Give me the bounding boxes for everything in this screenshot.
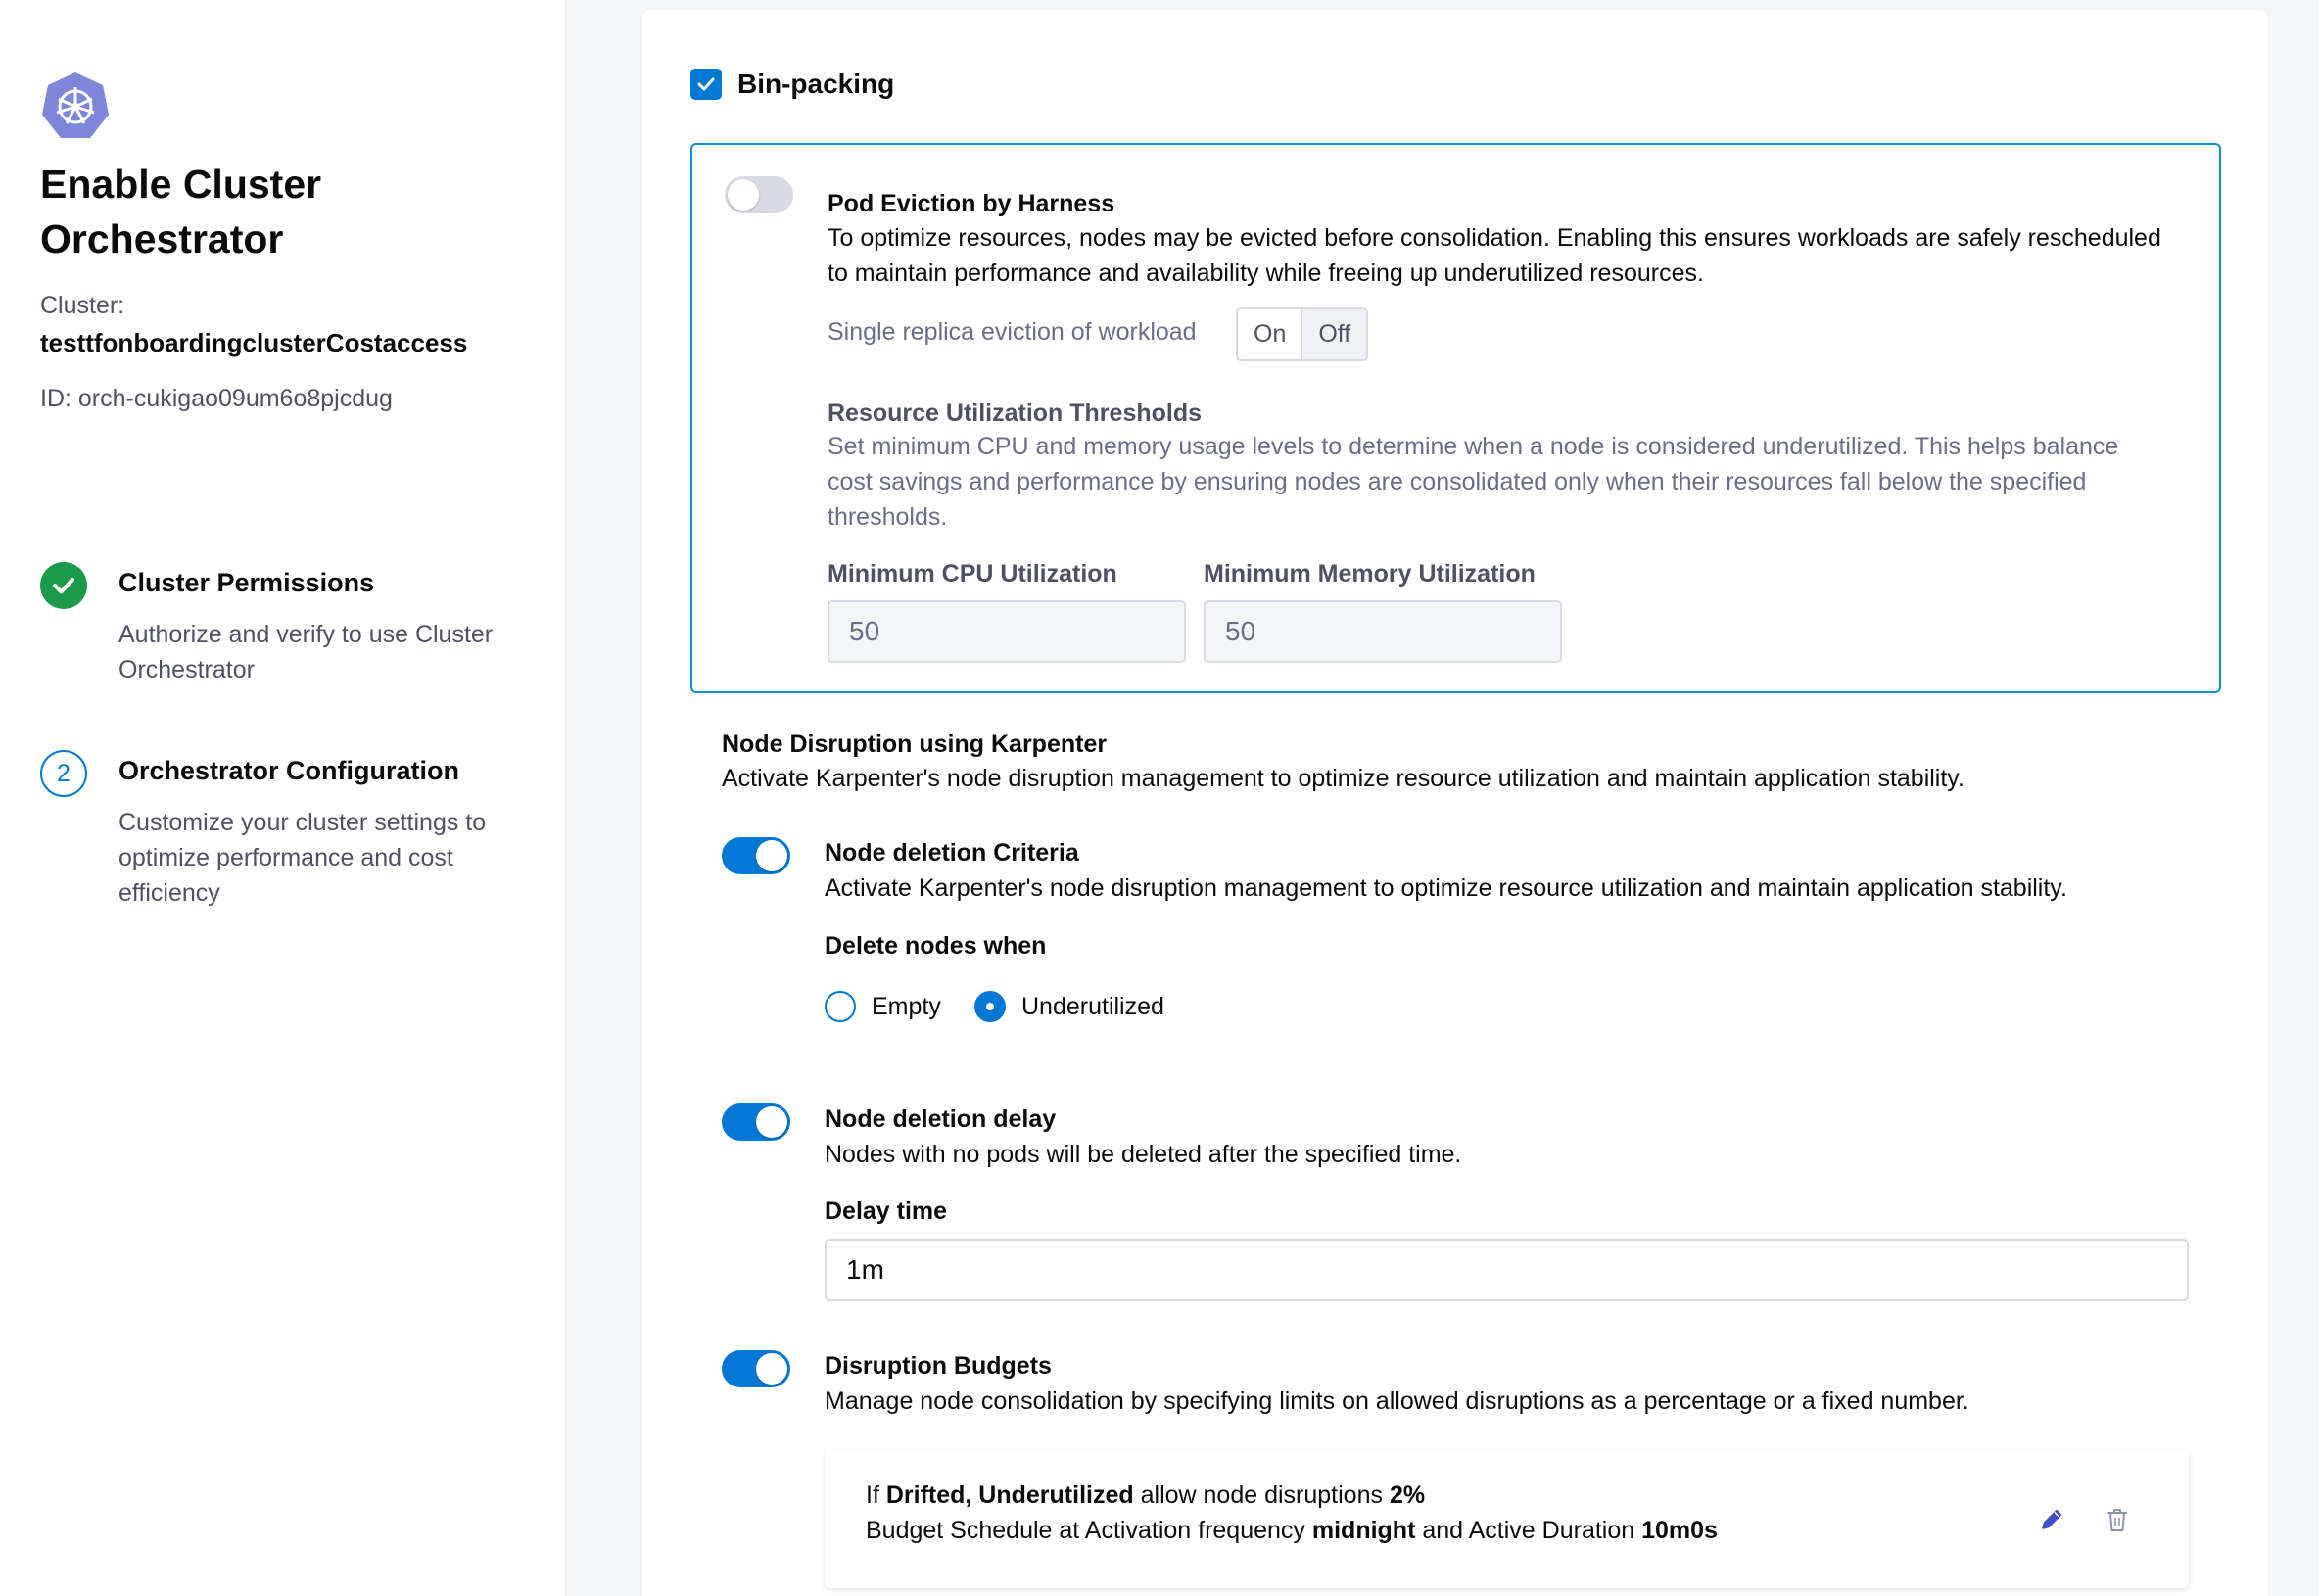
bin-packing-checkbox[interactable] [690, 69, 722, 100]
disruption-budgets-toggle[interactable] [722, 1350, 790, 1387]
cluster-id: ID: orch-cukigao09um6o8pjcdug [40, 385, 393, 412]
pod-eviction-section: Pod Eviction by Harness To optimize reso… [690, 143, 2221, 693]
step-description: Customize your cluster settings to optim… [118, 809, 487, 907]
step-title: Orchestrator Configuration [118, 756, 460, 785]
single-replica-label: Single replica eviction of workload [828, 318, 1197, 346]
step-number: 2 [40, 750, 87, 797]
radio-empty-label[interactable]: Empty [872, 993, 941, 1021]
disruption-budgets-title: Disruption Budgets [825, 1352, 1052, 1380]
pod-eviction-toggle[interactable] [725, 176, 793, 213]
cluster-label: Cluster: [40, 292, 125, 319]
budget-value: 2% [1389, 1481, 1426, 1509]
budget-reasons: Drifted, Underutilized [885, 1481, 1134, 1509]
radio-underutilized[interactable] [974, 991, 1006, 1022]
wizard-sidebar: Enable Cluster Orchestrator Cluster: tes… [0, 0, 566, 1596]
kubernetes-logo-icon [40, 70, 111, 141]
schedule-prefix: Budget Schedule at Activation frequency [866, 1517, 1305, 1544]
cluster-name: testtfonboardingclusterCostaccess [40, 328, 468, 357]
pod-eviction-description: To optimize resources, nodes may be evic… [828, 224, 2161, 287]
thresholds-description: Set minimum CPU and memory usage levels … [828, 433, 2119, 531]
step-title: Cluster Permissions [118, 568, 375, 597]
node-deletion-criteria-title: Node deletion Criteria [825, 839, 1079, 867]
single-replica-on[interactable]: On [1238, 309, 1302, 359]
delete-nodes-when-label: Delete nodes when [825, 932, 1047, 960]
radio-empty[interactable] [825, 991, 856, 1022]
radio-underutilized-label[interactable]: Underutilized [1021, 993, 1164, 1021]
configuration-card: Bin-packing Pod Eviction by Harness To o… [642, 10, 2268, 1596]
budget-rule-line: If Drifted, Underutilized allow node dis… [866, 1481, 1425, 1510]
duration-prefix: and Active Duration [1422, 1517, 1635, 1544]
budget-schedule-line: Budget Schedule at Activation frequency … [866, 1517, 1718, 1545]
disruption-budgets-description: Manage node consolidation by specifying … [825, 1387, 1969, 1415]
delay-time-label: Delay time [825, 1197, 948, 1225]
node-deletion-delay-toggle[interactable] [722, 1103, 790, 1141]
bin-packing-label[interactable]: Bin-packing [737, 69, 894, 100]
node-deletion-criteria-description: Activate Karpenter's node disruption man… [825, 874, 2067, 902]
memory-utilization-input[interactable]: 50 [1204, 600, 1562, 663]
edit-icon[interactable] [2032, 1500, 2071, 1539]
memory-utilization-label: Minimum Memory Utilization [1204, 560, 1536, 587]
budget-middle: allow node disruptions [1140, 1481, 1383, 1509]
step-description: Authorize and verify to use Cluster Orch… [118, 621, 494, 683]
budget-prefix: If [866, 1481, 879, 1509]
budget-item: If Drifted, Underutilized allow node dis… [825, 1449, 2189, 1588]
node-deletion-delay-title: Node deletion delay [825, 1105, 1057, 1133]
check-icon [40, 562, 87, 609]
karpenter-title: Node Disruption using Karpenter [722, 730, 1108, 758]
single-replica-toggle[interactable]: On Off [1236, 307, 1369, 361]
schedule-duration: 10m0s [1641, 1517, 1718, 1544]
cpu-utilization-input[interactable]: 50 [828, 600, 1186, 663]
delay-time-input[interactable]: 1m [825, 1239, 2189, 1301]
pod-eviction-title: Pod Eviction by Harness [828, 190, 1115, 217]
checkbox-check-icon [697, 77, 715, 91]
node-deletion-criteria-toggle[interactable] [722, 837, 790, 874]
node-deletion-delay-description: Nodes with no pods will be deleted after… [825, 1141, 1462, 1168]
single-replica-off[interactable]: Off [1301, 309, 1367, 359]
karpenter-description: Activate Karpenter's node disruption man… [722, 765, 1964, 792]
schedule-frequency: midnight [1311, 1517, 1416, 1544]
cpu-utilization-label: Minimum CPU Utilization [828, 560, 1117, 587]
delete-icon[interactable] [2098, 1500, 2137, 1539]
thresholds-title: Resource Utilization Thresholds [828, 399, 1203, 427]
page-title: Enable Cluster Orchestrator [40, 162, 322, 261]
